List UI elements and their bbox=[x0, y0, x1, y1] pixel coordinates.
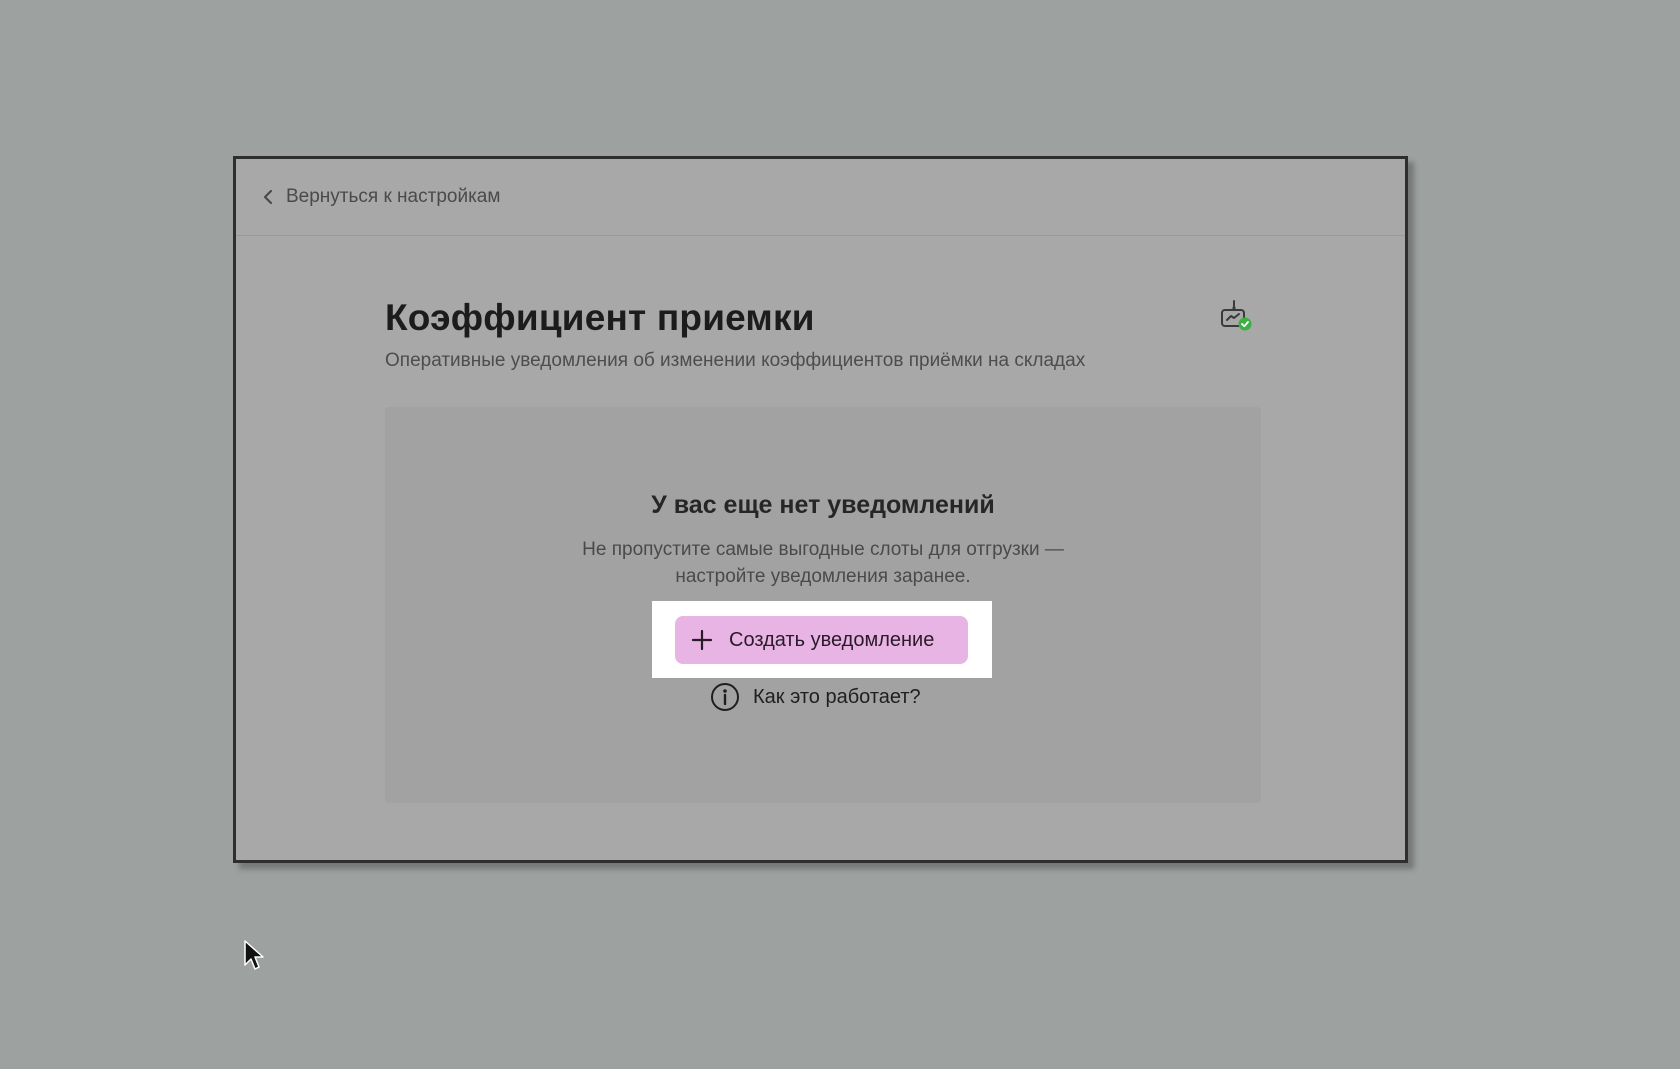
create-notification-label: Создать уведомление bbox=[729, 628, 935, 651]
empty-state-description: Не пропустите самые выгодные слоты для о… bbox=[385, 536, 1261, 590]
page-title: Коэффициент приемки bbox=[385, 297, 815, 338]
how-it-works-label: Как это работает? bbox=[753, 685, 921, 708]
page-subtitle: Оперативные уведомления об изменении коэ… bbox=[385, 350, 1086, 371]
notification-settings-check-icon[interactable] bbox=[1219, 299, 1253, 333]
mouse-cursor-icon bbox=[244, 940, 264, 970]
button-highlight: Создать уведомление bbox=[652, 601, 992, 678]
top-bar: Вернуться к настройкам bbox=[236, 159, 1405, 236]
info-icon bbox=[711, 683, 739, 711]
empty-state-panel: У вас еще нет уведомлений Не пропустите … bbox=[385, 407, 1261, 803]
empty-state-description-line: настройте уведомления заранее. bbox=[675, 566, 971, 587]
how-it-works-link[interactable]: Как это работает? bbox=[710, 682, 921, 712]
create-notification-button[interactable]: Создать уведомление bbox=[675, 616, 968, 664]
plus-icon bbox=[691, 629, 713, 651]
back-to-settings-link[interactable]: Вернуться к настройкам bbox=[262, 186, 500, 208]
notifications-window: Вернуться к настройкам Коэффициент прием… bbox=[233, 156, 1408, 863]
chevron-left-icon bbox=[263, 189, 273, 205]
empty-state-title: У вас еще нет уведомлений bbox=[651, 491, 995, 519]
empty-state-description-line: Не пропустите самые выгодные слоты для о… bbox=[582, 539, 1064, 560]
back-link-label: Вернуться к настройкам bbox=[286, 186, 501, 207]
